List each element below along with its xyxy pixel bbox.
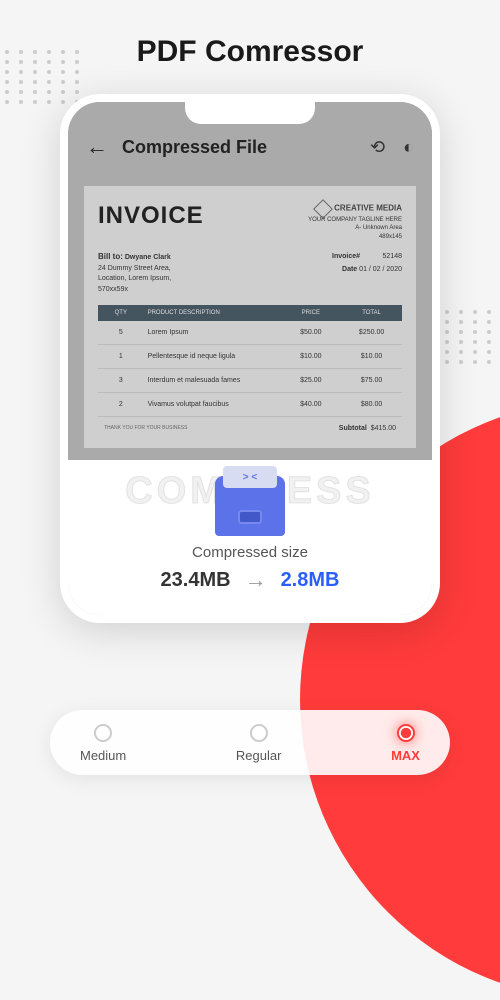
compression-result: COMPRESS Compressed size 23.4MB → 2.8MB [68,460,432,615]
company-block: CREATIVE MEDIA YOUR COMPANY TAGLINE HERE… [308,202,402,241]
invoice-heading: INVOICE [98,202,204,230]
level-option-medium[interactable]: Medium [80,724,126,763]
arrow-right-icon: → [245,567,267,593]
compression-level-selector: Medium Regular MAX [50,710,450,775]
level-label-medium: Medium [80,748,126,763]
share-icon[interactable]: ⟲ [370,137,385,158]
size-comparison: 23.4MB → 2.8MB [68,567,432,605]
level-option-max[interactable]: MAX [391,724,420,763]
phone-mockup: ← Compressed File ⟲ ◐ INVOICE CREATIVE M… [60,94,440,623]
back-arrow-icon[interactable]: ← [86,134,108,160]
table-row: 1Pellentesque id neque ligula$10.00$10.0… [98,345,402,369]
dark-mode-icon[interactable]: ◐ [403,137,414,158]
radio-max[interactable] [397,724,415,742]
size-after: 2.8MB [281,569,340,592]
compressed-size-label: Compressed size [68,544,432,561]
invoice-subtotal: THANK YOU FOR YOUR BUSINESS Subtotal $41… [98,417,402,432]
size-before: 23.4MB [161,569,231,592]
radio-regular[interactable] [250,724,268,742]
page-title: PDF Comressor [0,0,500,94]
radio-medium[interactable] [94,724,112,742]
table-row: 3Interdum et malesuada fames$25.00$75.00 [98,369,402,393]
table-row: 5Lorem Ipsum$50.00$250.00 [98,321,402,345]
compressor-icon [215,476,285,536]
phone-screen: ← Compressed File ⟲ ◐ INVOICE CREATIVE M… [68,102,432,615]
invoice-table-header: QTY PRODUCT DESCRIPTION PRICE TOTAL [98,305,402,321]
invoice-meta: Invoice# 52148 Date 01 / 02 / 2020 [317,251,402,295]
level-label-max: MAX [391,748,420,763]
level-label-regular: Regular [236,748,282,763]
document-preview[interactable]: INVOICE CREATIVE MEDIA YOUR COMPANY TAGL… [84,186,416,448]
level-option-regular[interactable]: Regular [236,724,282,763]
phone-notch [185,102,315,124]
header-title: Compressed File [122,137,370,158]
bill-to-block: Bill to: Dwyane Clark 24 Dummy Street Ar… [98,251,171,295]
table-row: 2Vivamus volutpat faucibus$40.00$80.00 [98,393,402,417]
